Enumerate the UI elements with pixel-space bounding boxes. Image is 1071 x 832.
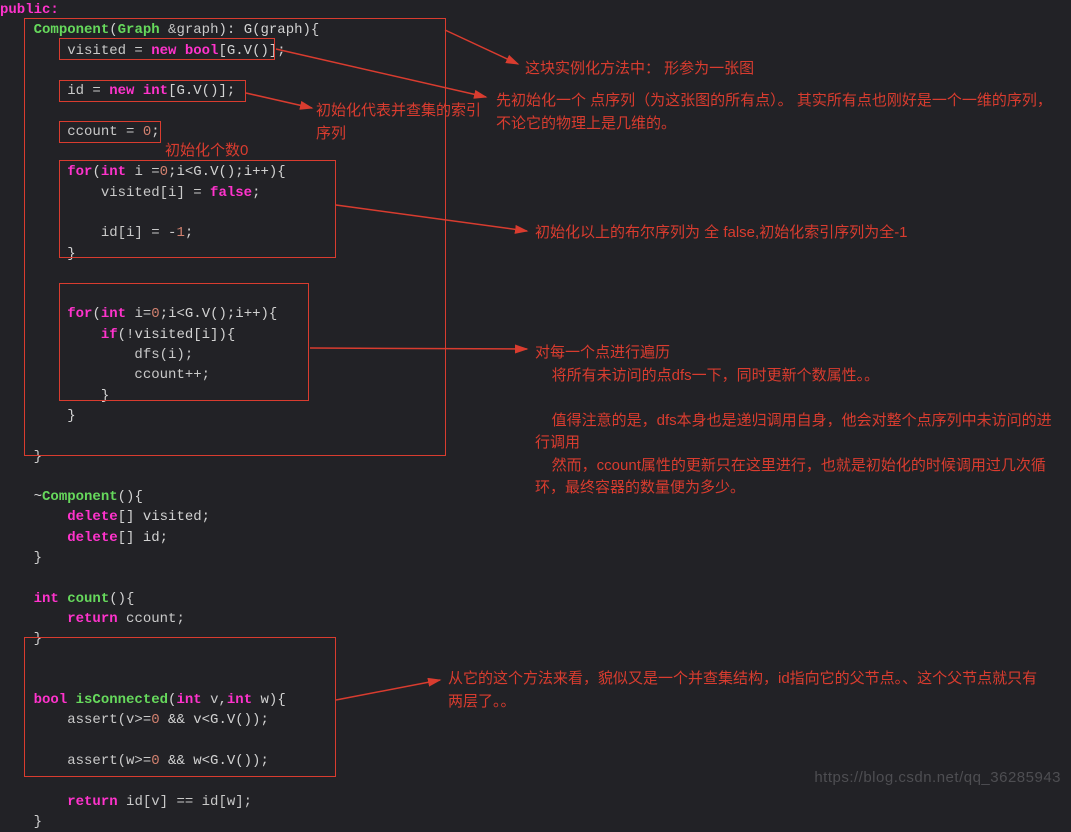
- annot-title: 这块实例化方法中： 形参为一张图: [525, 58, 754, 81]
- watermark: https://blog.csdn.net/qq_36285943: [814, 767, 1061, 789]
- annot-index: 初始化代表并查集的索引序列: [316, 100, 486, 145]
- annot-unionfind: 从它的这个方法来看，貌似又是一个并查集结构，id指向它的父节点。、这个父节点就只…: [448, 668, 1038, 713]
- annot-points: 先初始化一个 点序列（为这张图的所有点）。 其实所有点也刚好是一个一维的序列，不…: [496, 90, 1056, 135]
- kw-public: public:: [0, 2, 59, 18]
- code-block: public: Component(Graph &graph): G(graph…: [0, 0, 319, 832]
- annot-loop: 对每一个点进行遍历 将所有未访问的点dfs一下，同时更新个数属性。。 值得注意的…: [535, 342, 1055, 500]
- annot-boolinit: 初始化以上的布尔序列为 全 false,初始化索引序列为全-1: [535, 222, 1035, 245]
- annot-count0: 初始化个数0: [165, 140, 248, 163]
- constructor-name: Component: [34, 22, 110, 38]
